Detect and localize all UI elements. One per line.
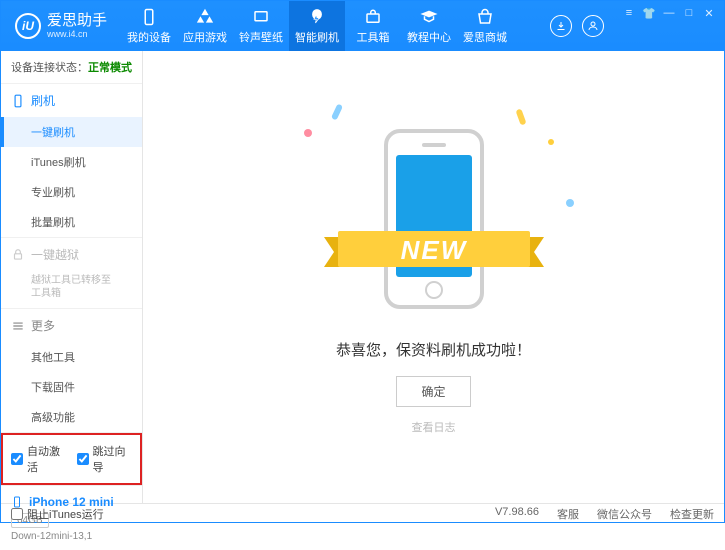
- success-illustration: NEW: [354, 119, 514, 319]
- menu-icon[interactable]: ≡: [622, 7, 636, 21]
- title-bar: iU 爱思助手 www.i4.cn 我的设备 应用游戏 铃声壁纸 智能刷机 工具…: [1, 1, 724, 51]
- main-content: NEW 恭喜您，保资料刷机成功啦！ 确定 查看日志: [143, 51, 724, 503]
- version-label: V7.98.66: [495, 506, 539, 522]
- maximize-icon[interactable]: □: [682, 7, 696, 21]
- logo-icon: iU: [15, 13, 41, 39]
- close-icon[interactable]: ✕: [702, 7, 716, 21]
- download-icon[interactable]: [550, 15, 572, 37]
- success-message: 恭喜您，保资料刷机成功啦！: [336, 339, 531, 360]
- sidebar: 设备连接状态：正常模式 刷机 一键刷机 iTunes刷机 专业刷机 批量刷机 一…: [1, 51, 143, 503]
- app-url: www.i4.cn: [47, 29, 107, 39]
- sidebar-item-other-tools[interactable]: 其他工具: [1, 342, 142, 372]
- svg-text:NEW: NEW: [400, 235, 467, 265]
- sidebar-item-pro-flash[interactable]: 专业刷机: [1, 177, 142, 207]
- sidebar-head-more[interactable]: 更多: [1, 309, 142, 342]
- wechat-link[interactable]: 微信公众号: [597, 506, 652, 522]
- main-nav: 我的设备 应用游戏 铃声壁纸 智能刷机 工具箱 教程中心 爱思商城: [121, 1, 513, 51]
- ok-button[interactable]: 确定: [396, 376, 470, 407]
- sidebar-checkbox-group: 自动激活 跳过向导: [1, 433, 142, 485]
- jailbreak-note: 越狱工具已转移至工具箱: [1, 271, 142, 308]
- nav-store[interactable]: 爱思商城: [457, 1, 513, 51]
- support-link[interactable]: 客服: [557, 506, 579, 522]
- sidebar-head-flash[interactable]: 刷机: [1, 84, 142, 117]
- checkbox-auto-activate[interactable]: 自动激活: [11, 443, 67, 475]
- skin-icon[interactable]: 👕: [642, 7, 656, 21]
- phone-graphic: [384, 129, 484, 309]
- view-log-link[interactable]: 查看日志: [412, 419, 456, 435]
- nav-apps-games[interactable]: 应用游戏: [177, 1, 233, 51]
- sidebar-item-itunes-flash[interactable]: iTunes刷机: [1, 147, 142, 177]
- user-icon[interactable]: [582, 15, 604, 37]
- new-ribbon: NEW: [324, 229, 544, 275]
- app-logo: iU 爱思助手 www.i4.cn: [1, 12, 121, 40]
- app-name: 爱思助手: [47, 12, 107, 29]
- sidebar-item-advanced[interactable]: 高级功能: [1, 402, 142, 432]
- nav-toolbox[interactable]: 工具箱: [345, 1, 401, 51]
- nav-smart-flash[interactable]: 智能刷机: [289, 1, 345, 51]
- sidebar-item-batch-flash[interactable]: 批量刷机: [1, 207, 142, 237]
- connection-status: 设备连接状态：正常模式: [1, 51, 142, 84]
- sidebar-head-jailbreak: 一键越狱: [1, 238, 142, 271]
- nav-my-device[interactable]: 我的设备: [121, 1, 177, 51]
- minimize-icon[interactable]: —: [662, 7, 676, 21]
- device-detail: Down-12mini-13,1: [11, 531, 132, 542]
- checkbox-skip-guide[interactable]: 跳过向导: [77, 443, 133, 475]
- checkbox-block-itunes[interactable]: 阻止iTunes运行: [11, 506, 104, 522]
- nav-tutorials[interactable]: 教程中心: [401, 1, 457, 51]
- nav-ringtone-wallpaper[interactable]: 铃声壁纸: [233, 1, 289, 51]
- sidebar-item-download-firmware[interactable]: 下载固件: [1, 372, 142, 402]
- update-link[interactable]: 检查更新: [670, 506, 714, 522]
- sidebar-item-onekey-flash[interactable]: 一键刷机: [1, 117, 142, 147]
